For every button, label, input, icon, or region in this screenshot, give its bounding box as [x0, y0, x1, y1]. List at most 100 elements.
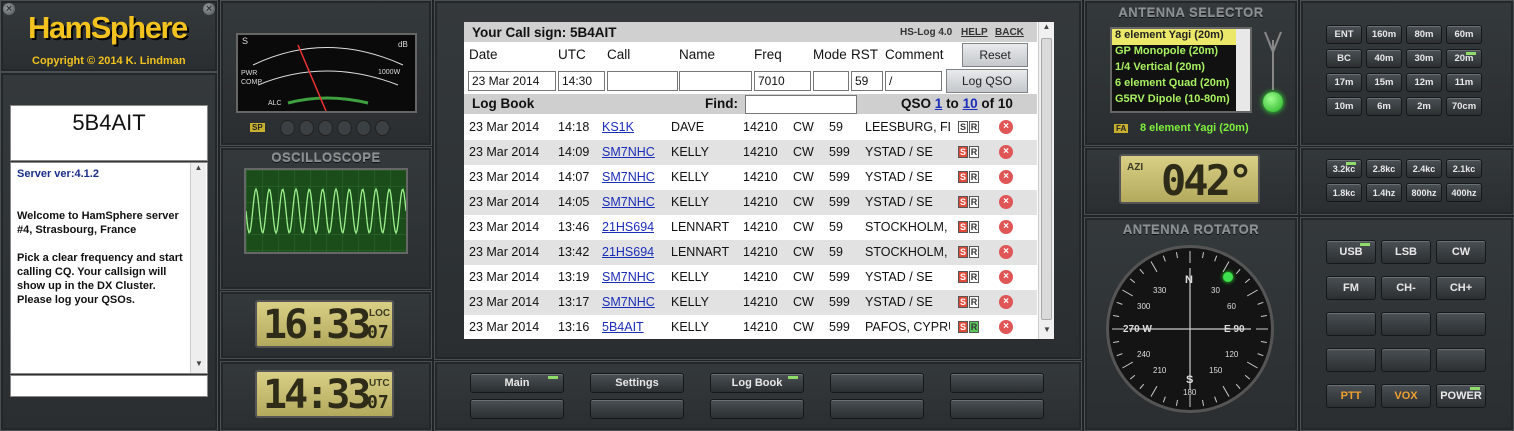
- received-qsl-icon[interactable]: R: [969, 296, 979, 308]
- logbook-row[interactable]: 23 Mar 2014 13:46 21HS694 LENNART 14210 CW 59 S…: [464, 215, 1037, 240]
- help-link[interactable]: HELP: [961, 27, 988, 38]
- mode-button[interactable]: CW: [1436, 240, 1486, 264]
- blank-nav-button[interactable]: [950, 373, 1044, 393]
- delete-icon[interactable]: ×: [999, 270, 1013, 284]
- delete-icon[interactable]: ×: [999, 220, 1013, 234]
- qso-to-link[interactable]: 10: [963, 96, 978, 111]
- logbook-row[interactable]: 23 Mar 2014 13:19 SM7NHC KELLY 14210 CW 599 YST…: [464, 265, 1037, 290]
- row-call[interactable]: SM7NHC: [602, 270, 655, 284]
- mode-field[interactable]: [813, 71, 849, 91]
- logbook-row[interactable]: 23 Mar 2014 14:18 KS1K DAVE 14210 CW 59 LEESBUR…: [464, 115, 1037, 140]
- band-button[interactable]: 10m: [1326, 97, 1362, 116]
- reset-button[interactable]: Reset: [962, 43, 1028, 67]
- received-qsl-icon[interactable]: R: [969, 196, 979, 208]
- band-button[interactable]: 60m: [1446, 25, 1482, 44]
- received-qsl-icon[interactable]: R: [969, 321, 979, 333]
- blank-control-button[interactable]: [1326, 348, 1376, 372]
- scroll-up-icon[interactable]: ▲: [1039, 22, 1054, 36]
- scroll-down-icon[interactable]: ▼: [1039, 325, 1055, 339]
- filter-button[interactable]: 2.8kc: [1366, 159, 1402, 178]
- band-button[interactable]: ENT: [1326, 25, 1362, 44]
- name-field[interactable]: [679, 71, 752, 91]
- antenna-item[interactable]: 1/4 Vertical (20m): [1112, 61, 1250, 77]
- received-qsl-icon[interactable]: R: [969, 271, 979, 283]
- antenna-item[interactable]: G5RV Dipole (10-80m): [1112, 93, 1250, 109]
- filter-button[interactable]: 1.8kc: [1326, 183, 1362, 202]
- received-qsl-icon[interactable]: R: [969, 221, 979, 233]
- row-call[interactable]: 5B4AIT: [602, 320, 644, 334]
- blank-control-button[interactable]: [1436, 348, 1486, 372]
- call-field[interactable]: [607, 71, 678, 91]
- sent-qsl-icon[interactable]: S: [958, 146, 968, 158]
- row-call[interactable]: 21HS694: [602, 245, 654, 259]
- message-scrollbar[interactable]: ▲ ▼: [190, 163, 206, 373]
- antenna-list[interactable]: 8 element Yagi (20m) GP Monopole (20m) 1…: [1110, 27, 1252, 113]
- ptt-button[interactable]: PTT: [1326, 384, 1376, 408]
- row-call[interactable]: 21HS694: [602, 220, 654, 234]
- band-button[interactable]: 11m: [1446, 73, 1482, 92]
- row-call[interactable]: SM7NHC: [602, 145, 655, 159]
- band-button[interactable]: 17m: [1326, 73, 1362, 92]
- blank-nav-button[interactable]: [830, 373, 924, 393]
- mode-button[interactable]: CH+: [1436, 276, 1486, 300]
- filter-button[interactable]: 2.1kc: [1446, 159, 1482, 178]
- band-button[interactable]: 20m: [1446, 49, 1482, 68]
- date-field[interactable]: 23 Mar 2014: [468, 71, 556, 91]
- band-button[interactable]: 2m: [1406, 97, 1442, 116]
- settings-button[interactable]: Settings: [590, 373, 684, 393]
- sent-qsl-icon[interactable]: S: [958, 271, 968, 283]
- logbook-button[interactable]: Log Book: [710, 373, 804, 393]
- row-call[interactable]: KS1K: [602, 120, 634, 134]
- compass[interactable]: N S E 90 270 W 30 60 120 150 180 210 240…: [1106, 245, 1274, 413]
- blank-nav-button[interactable]: [590, 399, 684, 419]
- mode-button[interactable]: CH-: [1381, 276, 1431, 300]
- scroll-down-icon[interactable]: ▼: [191, 359, 207, 373]
- antenna-scrollbar[interactable]: [1236, 29, 1250, 111]
- row-call[interactable]: SM7NHC: [602, 195, 655, 209]
- blank-nav-button[interactable]: [830, 399, 924, 419]
- band-button[interactable]: 40m: [1366, 49, 1402, 68]
- delete-icon[interactable]: ×: [999, 320, 1013, 334]
- power-button[interactable]: POWER: [1436, 384, 1486, 408]
- delete-icon[interactable]: ×: [999, 170, 1013, 184]
- logbook-row[interactable]: 23 Mar 2014 13:42 21HS694 LENNART 14210 CW 59 S…: [464, 240, 1037, 265]
- row-call[interactable]: SM7NHC: [602, 295, 655, 309]
- sent-qsl-icon[interactable]: S: [958, 196, 968, 208]
- band-button[interactable]: BC: [1326, 49, 1362, 68]
- scroll-up-icon[interactable]: ▲: [191, 163, 206, 177]
- delete-icon[interactable]: ×: [999, 295, 1013, 309]
- scroll-thumb[interactable]: [1041, 38, 1052, 320]
- sent-qsl-icon[interactable]: S: [958, 171, 968, 183]
- freq-field[interactable]: 7010: [754, 71, 811, 91]
- delete-icon[interactable]: ×: [999, 245, 1013, 259]
- filter-button[interactable]: 400hz: [1446, 183, 1482, 202]
- delete-icon[interactable]: ×: [999, 145, 1013, 159]
- band-button[interactable]: 30m: [1406, 49, 1442, 68]
- main-button[interactable]: Main: [470, 373, 564, 393]
- blank-control-button[interactable]: [1326, 312, 1376, 336]
- logbook-row[interactable]: 23 Mar 2014 13:17 SM7NHC KELLY 14210 CW 599 YST…: [464, 290, 1037, 315]
- mode-button[interactable]: LSB: [1381, 240, 1431, 264]
- logbook-row[interactable]: 23 Mar 2014 14:09 SM7NHC KELLY 14210 CW 599 YST…: [464, 140, 1037, 165]
- band-button[interactable]: 70cm: [1446, 97, 1482, 116]
- band-button[interactable]: 6m: [1366, 97, 1402, 116]
- mode-button[interactable]: FM: [1326, 276, 1376, 300]
- antenna-item[interactable]: 8 element Yagi (20m): [1112, 29, 1250, 45]
- blank-control-button[interactable]: [1381, 348, 1431, 372]
- band-button[interactable]: 15m: [1366, 73, 1402, 92]
- delete-icon[interactable]: ×: [999, 195, 1013, 209]
- mode-button[interactable]: USB: [1326, 240, 1376, 264]
- blank-nav-button[interactable]: [710, 399, 804, 419]
- vox-button[interactable]: VOX: [1381, 384, 1431, 408]
- back-link[interactable]: BACK: [995, 27, 1024, 38]
- blank-nav-button[interactable]: [470, 399, 564, 419]
- rst-field[interactable]: 59: [851, 71, 883, 91]
- delete-icon[interactable]: ×: [999, 120, 1013, 134]
- row-call[interactable]: SM7NHC: [602, 170, 655, 184]
- sent-qsl-icon[interactable]: S: [958, 246, 968, 258]
- received-qsl-icon[interactable]: R: [969, 146, 979, 158]
- log-qso-button[interactable]: Log QSO: [946, 69, 1028, 93]
- sent-qsl-icon[interactable]: S: [958, 121, 968, 133]
- logbook-row[interactable]: 23 Mar 2014 13:16 5B4AIT KELLY 14210 CW 599 PAF…: [464, 315, 1037, 340]
- band-button[interactable]: 80m: [1406, 25, 1442, 44]
